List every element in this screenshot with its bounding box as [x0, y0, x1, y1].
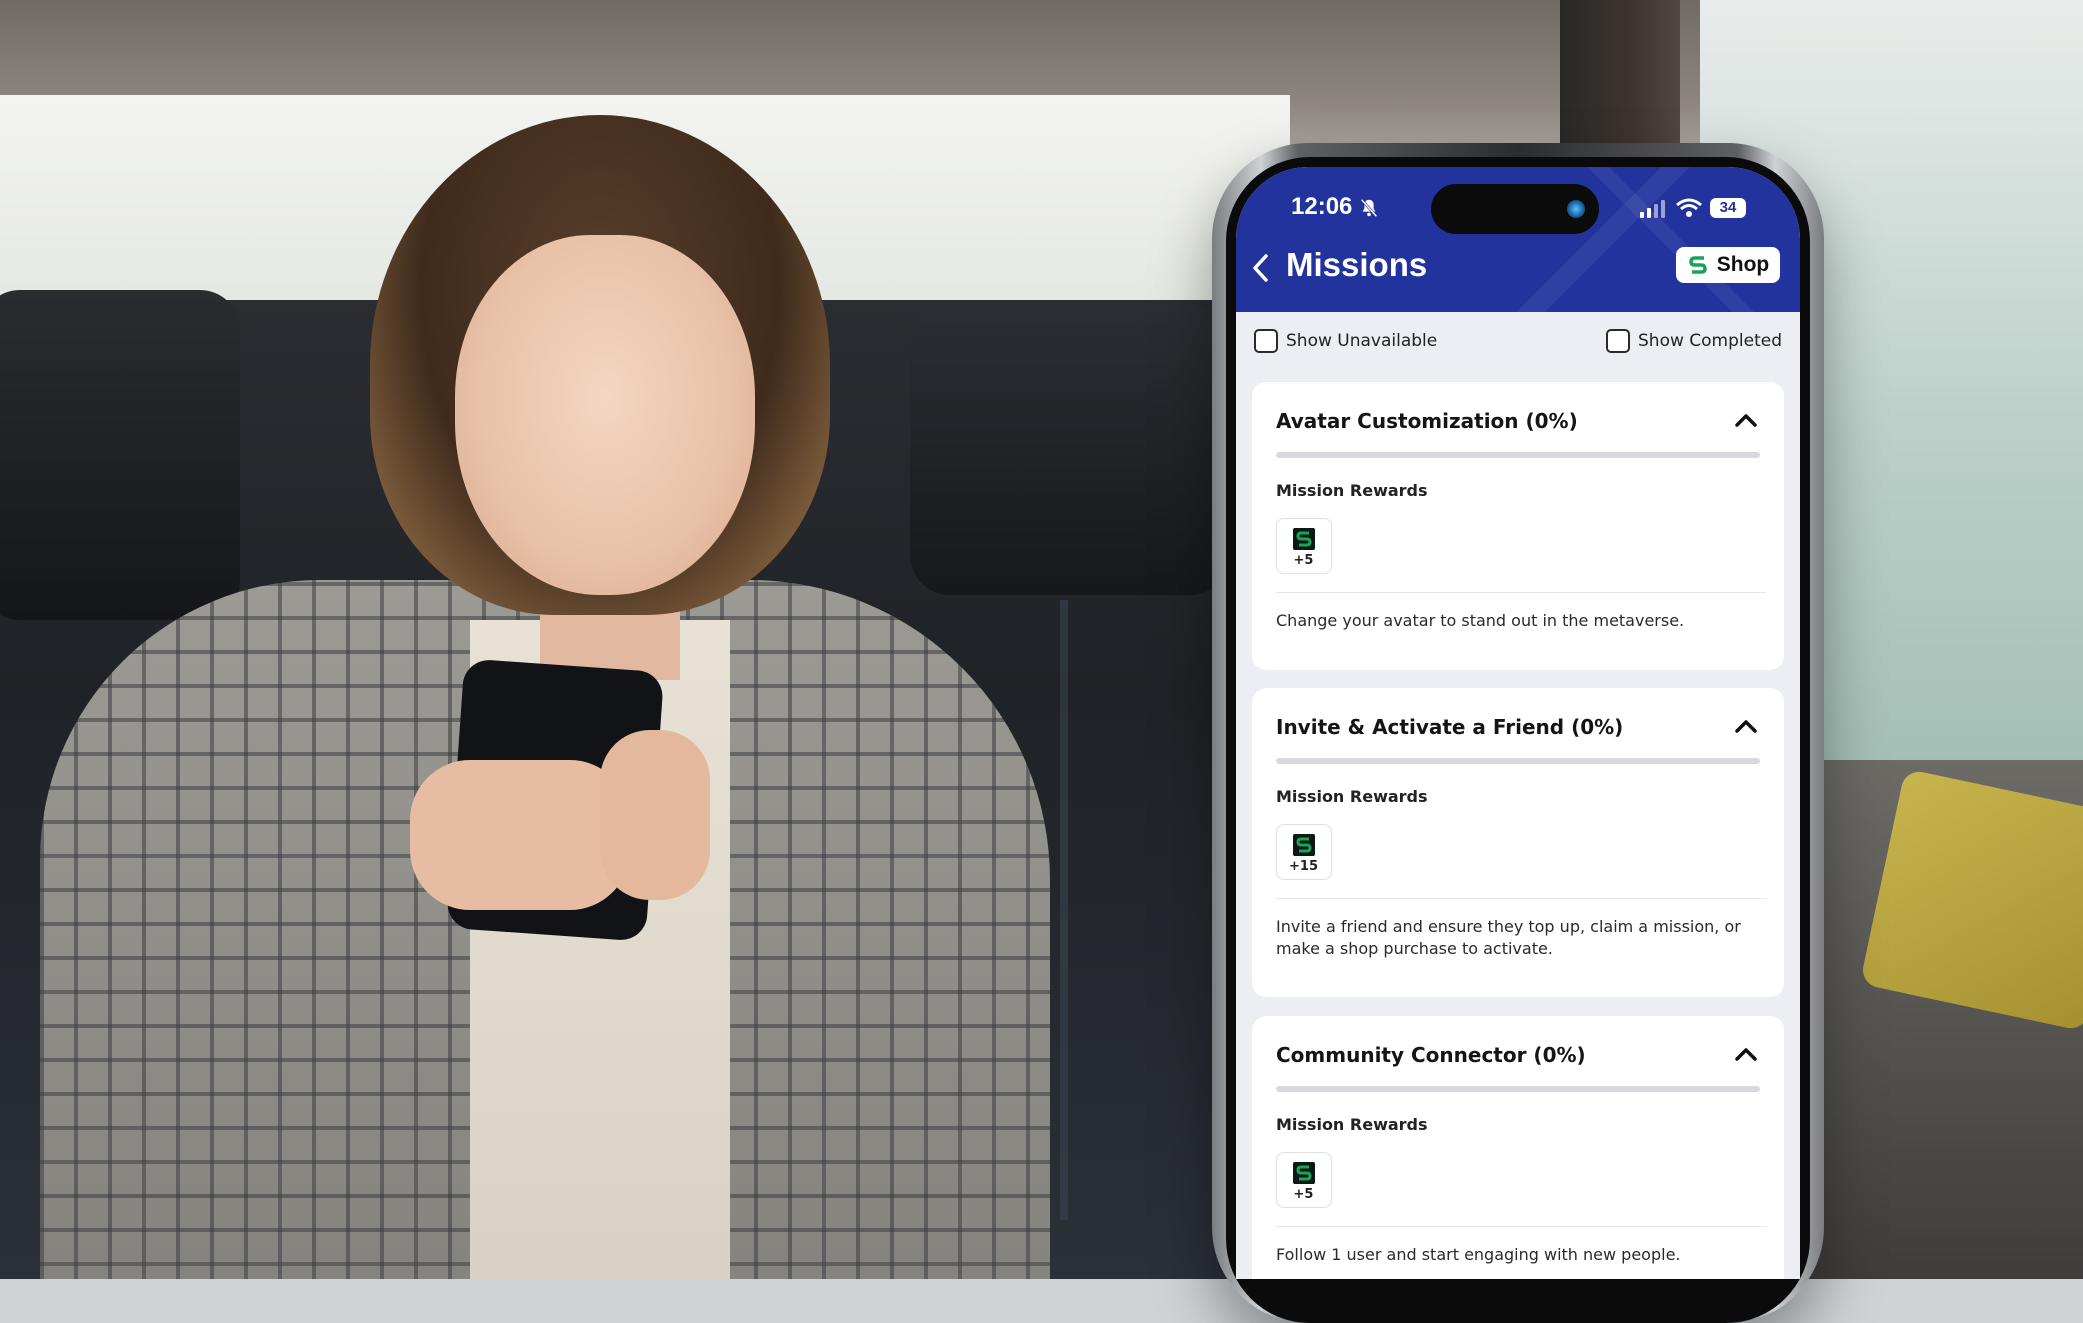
- reward-tile: +5: [1276, 1152, 1332, 1208]
- person-hand-left: [410, 760, 630, 910]
- chevron-up-icon[interactable]: [1734, 718, 1758, 734]
- show-completed-label: Show Completed: [1638, 331, 1782, 351]
- battery-indicator: 34: [1710, 198, 1746, 218]
- app-header: 12:06 34 Missions Shop: [1236, 167, 1800, 312]
- mission-description: Change your avatar to stand out in the m…: [1276, 611, 1685, 630]
- shop-logo-icon: [1686, 254, 1709, 276]
- headrest-right: [910, 305, 1230, 595]
- mission-card-header[interactable]: Community Connector (0%): [1252, 1016, 1784, 1088]
- reward-amount: +5: [1293, 553, 1314, 568]
- shop-button[interactable]: Shop: [1676, 247, 1780, 283]
- mission-card: Community Connector (0%) Mission Rewards…: [1252, 1016, 1784, 1279]
- mission-progress-bar: [1276, 758, 1760, 764]
- card-divider: [1276, 898, 1766, 899]
- filter-row: Show Unavailable Show Completed: [1236, 329, 1800, 369]
- show-unavailable-toggle[interactable]: Show Unavailable: [1254, 329, 1437, 353]
- headrest-left: [0, 290, 240, 620]
- signal-icon: [1640, 200, 1665, 218]
- mission-title: Invite & Activate a Friend (0%): [1276, 715, 1624, 739]
- bell-slash-icon: [1360, 198, 1378, 218]
- reward-tile: +15: [1276, 824, 1332, 880]
- token-icon: [1293, 1162, 1315, 1184]
- mission-description: Invite a friend and ensure they top up, …: [1276, 917, 1741, 958]
- person-face: [455, 235, 755, 595]
- card-divider: [1276, 1226, 1766, 1227]
- mission-description: Follow 1 user and start engaging with ne…: [1276, 1245, 1681, 1264]
- reward-amount: +15: [1289, 859, 1318, 874]
- status-time: 12:06: [1291, 193, 1353, 220]
- mission-card: Invite & Activate a Friend (0%) Mission …: [1252, 688, 1784, 997]
- page-title: Missions: [1286, 246, 1428, 283]
- card-divider: [1276, 592, 1766, 593]
- chevron-up-icon[interactable]: [1734, 1046, 1758, 1062]
- mission-card: Avatar Customization (0%) Mission Reward…: [1252, 382, 1784, 670]
- mission-title: Avatar Customization (0%): [1276, 409, 1578, 433]
- show-unavailable-checkbox[interactable]: [1254, 329, 1278, 353]
- seat-seam: [1060, 600, 1068, 1220]
- mission-progress-bar: [1276, 452, 1760, 458]
- mission-rewards-label: Mission Rewards: [1276, 1115, 1428, 1134]
- mission-rewards-label: Mission Rewards: [1276, 481, 1428, 500]
- show-completed-checkbox[interactable]: [1606, 329, 1630, 353]
- mission-progress-bar: [1276, 1086, 1760, 1092]
- token-icon: [1293, 528, 1315, 550]
- mission-title: Community Connector (0%): [1276, 1043, 1586, 1067]
- back-chevron-icon[interactable]: [1250, 252, 1272, 284]
- person-hand-right: [600, 730, 710, 900]
- chevron-up-icon[interactable]: [1734, 412, 1758, 428]
- wifi-icon: [1676, 198, 1702, 217]
- reward-amount: +5: [1293, 1187, 1314, 1202]
- mission-card-header[interactable]: Avatar Customization (0%): [1252, 382, 1784, 454]
- mission-rewards-label: Mission Rewards: [1276, 787, 1428, 806]
- show-completed-toggle[interactable]: Show Completed: [1606, 329, 1782, 353]
- dynamic-island: [1431, 184, 1599, 234]
- show-unavailable-label: Show Unavailable: [1286, 331, 1438, 351]
- token-icon: [1293, 834, 1315, 856]
- shop-label: Shop: [1716, 253, 1770, 276]
- phone-screen: 12:06 34 Missions Shop Show Unavailable …: [1236, 167, 1800, 1279]
- camera-icon: [1567, 200, 1585, 218]
- reward-tile: +5: [1276, 518, 1332, 574]
- mission-card-header[interactable]: Invite & Activate a Friend (0%): [1252, 688, 1784, 760]
